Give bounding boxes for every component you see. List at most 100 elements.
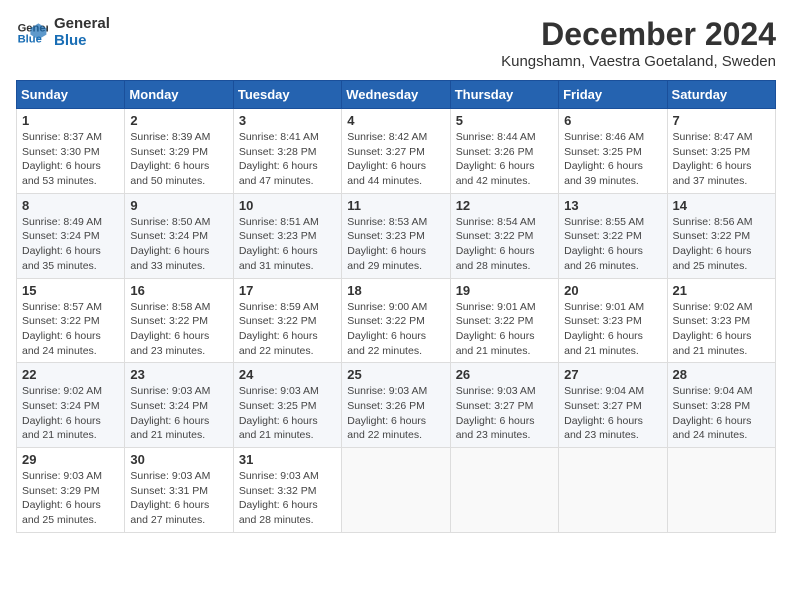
calendar-cell: 16 Sunrise: 8:58 AMSunset: 3:22 PMDayligh… — [125, 278, 233, 363]
day-number: 18 — [347, 283, 444, 298]
day-info: Sunrise: 8:41 AMSunset: 3:28 PMDaylight:… — [239, 130, 336, 189]
day-info: Sunrise: 8:37 AMSunset: 3:30 PMDaylight:… — [22, 130, 119, 189]
day-info: Sunrise: 9:04 AMSunset: 3:28 PMDaylight:… — [673, 384, 770, 443]
calendar-cell — [667, 448, 775, 533]
day-number: 4 — [347, 113, 444, 128]
day-number: 22 — [22, 367, 119, 382]
logo: General Blue General Blue — [16, 16, 110, 49]
calendar-cell: 30 Sunrise: 9:03 AMSunset: 3:31 PMDayligh… — [125, 448, 233, 533]
day-number: 12 — [456, 198, 553, 213]
day-number: 31 — [239, 452, 336, 467]
day-info: Sunrise: 8:55 AMSunset: 3:22 PMDaylight:… — [564, 215, 661, 274]
calendar-cell: 25 Sunrise: 9:03 AMSunset: 3:26 PMDayligh… — [342, 363, 450, 448]
calendar-cell: 18 Sunrise: 9:00 AMSunset: 3:22 PMDayligh… — [342, 278, 450, 363]
day-number: 5 — [456, 113, 553, 128]
calendar-cell: 21Sunrise: 9:02 AMSunset: 3:23 PMDayligh… — [667, 278, 775, 363]
calendar-cell — [559, 448, 667, 533]
day-info: Sunrise: 9:03 AMSunset: 3:29 PMDaylight:… — [22, 469, 119, 528]
day-number: 25 — [347, 367, 444, 382]
day-number: 23 — [130, 367, 227, 382]
calendar-cell: 13 Sunrise: 8:55 AMSunset: 3:22 PMDayligh… — [559, 193, 667, 278]
location-title: Kungshamn, Vaestra Goetaland, Sweden — [501, 53, 776, 70]
day-number: 24 — [239, 367, 336, 382]
day-number: 7 — [673, 113, 770, 128]
day-info: Sunrise: 9:02 AMSunset: 3:24 PMDaylight:… — [22, 384, 119, 443]
day-info: Sunrise: 8:58 AMSunset: 3:22 PMDaylight:… — [130, 300, 227, 359]
calendar-cell: 8Sunrise: 8:49 AMSunset: 3:24 PMDaylight… — [17, 193, 125, 278]
calendar-cell: 24 Sunrise: 9:03 AMSunset: 3:25 PMDayligh… — [233, 363, 341, 448]
day-number: 11 — [347, 198, 444, 213]
day-info: Sunrise: 8:54 AMSunset: 3:22 PMDaylight:… — [456, 215, 553, 274]
day-info: Sunrise: 9:03 AMSunset: 3:25 PMDaylight:… — [239, 384, 336, 443]
day-info: Sunrise: 8:46 AMSunset: 3:25 PMDaylight:… — [564, 130, 661, 189]
calendar-cell: 10Sunrise: 8:51 AMSunset: 3:23 PMDayligh… — [233, 193, 341, 278]
day-number: 1 — [22, 113, 119, 128]
day-info: Sunrise: 9:03 AMSunset: 3:24 PMDaylight:… — [130, 384, 227, 443]
day-number: 17 — [239, 283, 336, 298]
calendar-cell: 11Sunrise: 8:53 AMSunset: 3:23 PMDayligh… — [342, 193, 450, 278]
calendar-cell: 15 Sunrise: 8:57 AMSunset: 3:22 PMDayligh… — [17, 278, 125, 363]
logo-icon: General Blue — [16, 17, 48, 49]
day-number: 27 — [564, 367, 661, 382]
day-info: Sunrise: 9:03 AMSunset: 3:26 PMDaylight:… — [347, 384, 444, 443]
calendar-header-thursday: Thursday — [450, 81, 558, 109]
day-info: Sunrise: 9:03 AMSunset: 3:32 PMDaylight:… — [239, 469, 336, 528]
calendar-header-saturday: Saturday — [667, 81, 775, 109]
day-info: Sunrise: 8:39 AMSunset: 3:29 PMDaylight:… — [130, 130, 227, 189]
calendar-header-tuesday: Tuesday — [233, 81, 341, 109]
day-info: Sunrise: 9:03 AMSunset: 3:31 PMDaylight:… — [130, 469, 227, 528]
day-info: Sunrise: 8:42 AMSunset: 3:27 PMDaylight:… — [347, 130, 444, 189]
calendar-cell — [342, 448, 450, 533]
day-number: 16 — [130, 283, 227, 298]
calendar-cell: 12 Sunrise: 8:54 AMSunset: 3:22 PMDayligh… — [450, 193, 558, 278]
calendar-cell: 5Sunrise: 8:44 AMSunset: 3:26 PMDaylight… — [450, 109, 558, 194]
day-number: 13 — [564, 198, 661, 213]
calendar-cell: 2 Sunrise: 8:39 AMSunset: 3:29 PMDaylight… — [125, 109, 233, 194]
day-info: Sunrise: 8:56 AMSunset: 3:22 PMDaylight:… — [673, 215, 770, 274]
day-number: 6 — [564, 113, 661, 128]
day-info: Sunrise: 9:01 AMSunset: 3:22 PMDaylight:… — [456, 300, 553, 359]
calendar-cell: 7 Sunrise: 8:47 AMSunset: 3:25 PMDaylight… — [667, 109, 775, 194]
calendar-cell: 1 Sunrise: 8:37 AMSunset: 3:30 PMDaylight… — [17, 109, 125, 194]
calendar-header-wednesday: Wednesday — [342, 81, 450, 109]
day-number: 30 — [130, 452, 227, 467]
day-number: 10 — [239, 198, 336, 213]
day-info: Sunrise: 8:57 AMSunset: 3:22 PMDaylight:… — [22, 300, 119, 359]
day-number: 28 — [673, 367, 770, 382]
calendar-cell: 9 Sunrise: 8:50 AMSunset: 3:24 PMDaylight… — [125, 193, 233, 278]
title-area: December 2024 Kungshamn, Vaestra Goetala… — [501, 16, 776, 70]
day-number: 3 — [239, 113, 336, 128]
day-number: 29 — [22, 452, 119, 467]
calendar-cell: 27 Sunrise: 9:04 AMSunset: 3:27 PMDayligh… — [559, 363, 667, 448]
calendar-cell: 26Sunrise: 9:03 AMSunset: 3:27 PMDayligh… — [450, 363, 558, 448]
calendar-header-monday: Monday — [125, 81, 233, 109]
day-info: Sunrise: 8:47 AMSunset: 3:25 PMDaylight:… — [673, 130, 770, 189]
calendar-cell: 17Sunrise: 8:59 AMSunset: 3:22 PMDayligh… — [233, 278, 341, 363]
day-number: 15 — [22, 283, 119, 298]
calendar-cell: 3 Sunrise: 8:41 AMSunset: 3:28 PMDaylight… — [233, 109, 341, 194]
calendar-header-friday: Friday — [559, 81, 667, 109]
logo-general: General — [54, 16, 110, 33]
calendar-cell: 28 Sunrise: 9:04 AMSunset: 3:28 PMDayligh… — [667, 363, 775, 448]
calendar-cell: 14 Sunrise: 8:56 AMSunset: 3:22 PMDayligh… — [667, 193, 775, 278]
calendar-table: SundayMondayTuesdayWednesdayThursdayFrid… — [16, 80, 776, 533]
day-info: Sunrise: 8:50 AMSunset: 3:24 PMDaylight:… — [130, 215, 227, 274]
calendar-cell — [450, 448, 558, 533]
calendar-cell: 4 Sunrise: 8:42 AMSunset: 3:27 PMDaylight… — [342, 109, 450, 194]
day-number: 20 — [564, 283, 661, 298]
header: General Blue General Blue December 2024 … — [16, 16, 776, 70]
calendar-cell: 20 Sunrise: 9:01 AMSunset: 3:23 PMDayligh… — [559, 278, 667, 363]
day-info: Sunrise: 8:49 AMSunset: 3:24 PMDaylight:… — [22, 215, 119, 274]
logo-blue: Blue — [54, 33, 110, 50]
day-info: Sunrise: 9:00 AMSunset: 3:22 PMDaylight:… — [347, 300, 444, 359]
day-number: 19 — [456, 283, 553, 298]
calendar-cell: 31 Sunrise: 9:03 AMSunset: 3:32 PMDayligh… — [233, 448, 341, 533]
day-number: 21 — [673, 283, 770, 298]
day-info: Sunrise: 9:04 AMSunset: 3:27 PMDaylight:… — [564, 384, 661, 443]
calendar-cell: 23 Sunrise: 9:03 AMSunset: 3:24 PMDayligh… — [125, 363, 233, 448]
day-number: 14 — [673, 198, 770, 213]
day-number: 9 — [130, 198, 227, 213]
day-info: Sunrise: 9:01 AMSunset: 3:23 PMDaylight:… — [564, 300, 661, 359]
day-number: 2 — [130, 113, 227, 128]
calendar-cell: 6 Sunrise: 8:46 AMSunset: 3:25 PMDaylight… — [559, 109, 667, 194]
